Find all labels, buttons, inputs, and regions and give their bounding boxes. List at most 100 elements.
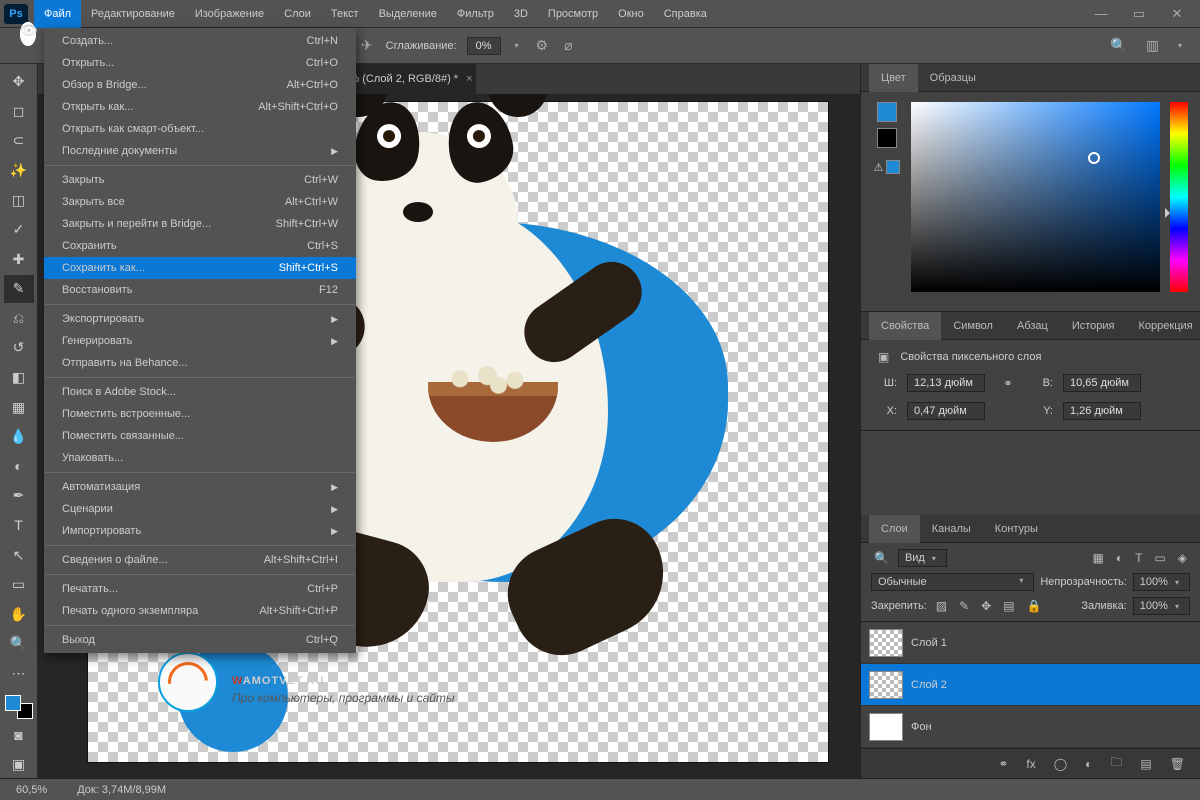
menu-item[interactable]: ВыходCtrl+Q <box>44 629 356 651</box>
tab-paragraph[interactable]: Абзац <box>1005 312 1060 340</box>
type-tool[interactable]: T <box>4 512 34 540</box>
layer-thumbnail[interactable] <box>869 671 903 699</box>
gamut-swatch[interactable] <box>886 160 900 174</box>
lock-position-icon[interactable]: ✥ <box>978 599 994 613</box>
smoothing-input[interactable]: 0% <box>467 37 501 55</box>
close-button[interactable]: ✕ <box>1158 0 1196 28</box>
menu-item[interactable]: Печатать...Ctrl+P <box>44 578 356 600</box>
filter-adjust-icon[interactable]: ◐ <box>1113 551 1126 565</box>
airbrush-icon[interactable]: ✈ <box>358 37 376 54</box>
pressure-size-icon[interactable]: ⌀ <box>561 37 575 54</box>
link-icon[interactable]: ⚭ <box>995 377 1021 390</box>
layer-name[interactable]: Фон <box>911 721 932 733</box>
layer-opacity-input[interactable]: 100% ▾ <box>1133 573 1190 591</box>
delete-layer-icon[interactable]: 🗑 <box>1167 757 1188 771</box>
filter-image-icon[interactable]: ▦ <box>1089 551 1106 565</box>
tab-color[interactable]: Цвет <box>869 64 918 92</box>
blend-mode-select[interactable]: Обычные ▾ <box>871 573 1034 591</box>
layer-thumbnail[interactable] <box>869 629 903 657</box>
menu-item[interactable]: Сведения о файле...Alt+Shift+Ctrl+I <box>44 549 356 571</box>
pen-tool[interactable]: ✒ <box>4 482 34 510</box>
menu-item[interactable]: Сохранить как...Shift+Ctrl+S <box>44 257 356 279</box>
move-tool[interactable]: ✥ <box>4 68 34 96</box>
new-layer-icon[interactable]: ▤ <box>1137 757 1154 771</box>
menu-изображение[interactable]: Изображение <box>185 0 274 28</box>
menu-слои[interactable]: Слои <box>274 0 321 28</box>
menu-item[interactable]: Создать...Ctrl+N <box>44 30 356 52</box>
search-icon[interactable]: 🔍 <box>871 551 892 565</box>
tab-channels[interactable]: Каналы <box>920 515 983 543</box>
menu-item[interactable]: Закрыть и перейти в Bridge...Shift+Ctrl+… <box>44 213 356 235</box>
menu-выделение[interactable]: Выделение <box>369 0 447 28</box>
marquee-tool[interactable]: ◻ <box>4 98 34 126</box>
menu-item[interactable]: Автоматизация▶ <box>44 476 356 498</box>
lock-pixels-icon[interactable]: ✎ <box>956 599 972 613</box>
menu-item[interactable]: Поиск в Adobe Stock... <box>44 381 356 403</box>
tab-character[interactable]: Символ <box>941 312 1005 340</box>
link-layers-icon[interactable]: ⚭ <box>995 757 1011 771</box>
menu-item[interactable]: Последние документы▶ <box>44 140 356 162</box>
menu-item[interactable]: Экспортировать▶ <box>44 308 356 330</box>
layer-fill-input[interactable]: 100% ▾ <box>1133 597 1190 615</box>
menu-item[interactable]: Обзор в Bridge...Alt+Ctrl+O <box>44 74 356 96</box>
edit-toolbar[interactable]: ⋯ <box>4 660 34 688</box>
menu-item[interactable]: СохранитьCtrl+S <box>44 235 356 257</box>
layer-row[interactable]: 👁Фон <box>861 706 1200 748</box>
dodge-tool[interactable]: ◐ <box>4 453 34 481</box>
gear-icon[interactable]: ⚙ <box>533 37 552 54</box>
tab-adjustments[interactable]: Коррекция <box>1127 312 1200 340</box>
layer-name[interactable]: Слой 2 <box>911 679 947 691</box>
menu-справка[interactable]: Справка <box>654 0 717 28</box>
menu-item[interactable]: Поместить связанные... <box>44 425 356 447</box>
menu-item[interactable]: Отправить на Behance... <box>44 352 356 374</box>
gamut-warning-icon[interactable]: ⚠ <box>874 161 884 174</box>
menu-item[interactable]: ВосстановитьF12 <box>44 279 356 301</box>
menu-item[interactable]: Печать одного экземпляраAlt+Shift+Ctrl+P <box>44 600 356 622</box>
color-swatches[interactable] <box>5 695 33 719</box>
layer-filter-select[interactable]: Вид ▾ <box>898 549 947 567</box>
menu-просмотр[interactable]: Просмотр <box>538 0 608 28</box>
background-swatch[interactable] <box>877 128 897 148</box>
layer-thumbnail[interactable] <box>869 713 903 741</box>
lock-all-icon[interactable]: 🔒 <box>1024 599 1045 613</box>
path-select-tool[interactable]: ↖ <box>4 541 34 569</box>
lock-artboard-icon[interactable]: ▤ <box>1000 599 1017 613</box>
menu-окно[interactable]: Окно <box>608 0 654 28</box>
layer-row[interactable]: 👁Слой 1 <box>861 622 1200 664</box>
brush-tool[interactable]: ✎ <box>4 275 34 303</box>
menu-item[interactable]: Открыть как смарт-объект... <box>44 118 356 140</box>
eraser-tool[interactable]: ◧ <box>4 364 34 392</box>
color-field[interactable] <box>911 102 1160 292</box>
height-input[interactable]: 10,65 дюйм <box>1063 374 1141 392</box>
zoom-tool[interactable]: 🔍 <box>4 630 34 658</box>
menu-item[interactable]: Открыть как...Alt+Shift+Ctrl+O <box>44 96 356 118</box>
adjustment-layer-icon[interactable]: ◐ <box>1082 757 1095 771</box>
menu-item[interactable]: Поместить встроенные... <box>44 403 356 425</box>
tab-paths[interactable]: Контуры <box>983 515 1050 543</box>
filter-smart-icon[interactable]: ◈ <box>1175 551 1190 565</box>
x-input[interactable]: 0,47 дюйм <box>907 402 985 420</box>
menu-item[interactable]: Генерировать▶ <box>44 330 356 352</box>
search-icon[interactable]: 🔍 <box>1107 37 1130 54</box>
eyedropper-tool[interactable]: ✓ <box>4 216 34 244</box>
y-input[interactable]: 1,26 дюйм <box>1063 402 1141 420</box>
menu-item[interactable]: Сценарии▶ <box>44 498 356 520</box>
minimize-button[interactable]: ― <box>1082 0 1120 28</box>
menu-редактирование[interactable]: Редактирование <box>81 0 185 28</box>
filter-shape-icon[interactable]: ▭ <box>1151 551 1168 565</box>
screen-mode-tool[interactable]: ▣ <box>4 750 34 778</box>
close-icon[interactable]: × <box>466 73 472 85</box>
lock-transparency-icon[interactable]: ▨ <box>933 599 950 613</box>
history-brush-tool[interactable]: ↺ <box>4 334 34 362</box>
menu-item[interactable]: ЗакрытьCtrl+W <box>44 169 356 191</box>
tab-history[interactable]: История <box>1060 312 1127 340</box>
layer-row[interactable]: 👁Слой 2 <box>861 664 1200 706</box>
foreground-swatch[interactable] <box>877 102 897 122</box>
menu-item[interactable]: Закрыть всеAlt+Ctrl+W <box>44 191 356 213</box>
menu-item[interactable]: Импортировать▶ <box>44 520 356 542</box>
lasso-tool[interactable]: ⊂ <box>4 127 34 155</box>
gradient-tool[interactable]: ▦ <box>4 393 34 421</box>
filter-type-icon[interactable]: T <box>1132 551 1145 565</box>
blur-tool[interactable]: 💧 <box>4 423 34 451</box>
maximize-button[interactable]: ▭ <box>1120 0 1158 28</box>
